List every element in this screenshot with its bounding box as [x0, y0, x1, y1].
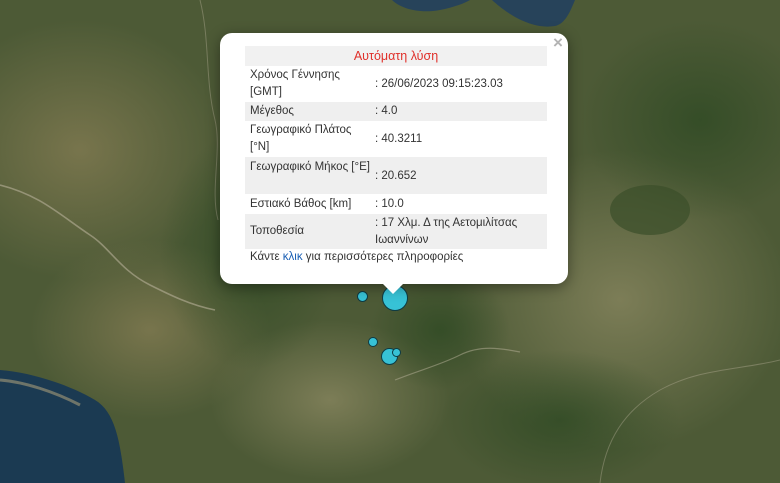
magnitude-label: Μέγεθος	[250, 105, 294, 117]
close-icon[interactable]: ×	[551, 34, 565, 51]
longitude-label: Γεωγραφικό Μήκος [°E]	[250, 161, 370, 173]
row-longitude: Γεωγραφικό Μήκος [°E] : 20.652	[245, 157, 547, 194]
row-origin-time: Χρόνος Γέννησης [GMT] : 26/06/2023 09:15…	[245, 67, 547, 101]
row-magnitude: Μέγεθος : 4.0	[245, 102, 547, 121]
latitude-label: Γεωγραφικό Πλάτος [°N]	[250, 124, 352, 153]
more-info-link[interactable]: κλικ	[283, 251, 303, 263]
depth-label: Εστιακό Βάθος [km]	[250, 198, 352, 210]
earthquake-marker[interactable]	[368, 337, 378, 347]
latitude-value: : 40.3211	[375, 133, 423, 145]
more-info-text: Κάντε κλικ για περισσότερες πληροφορίες	[250, 251, 463, 263]
depth-value: : 10.0	[375, 198, 404, 210]
row-latitude: Γεωγραφικό Πλάτος [°N] : 40.3211	[245, 122, 547, 156]
origin-time-value: : 26/06/2023 09:15:23.03	[375, 78, 503, 90]
earthquake-marker[interactable]	[357, 291, 368, 302]
more-suffix: για περισσότερες πληροφορίες	[302, 251, 464, 263]
origin-time-label: Χρόνος Γέννησης [GMT]	[250, 69, 340, 98]
more-prefix: Κάντε	[250, 251, 283, 263]
location-value: : 17 Χλμ. Δ της Αετομιλίτσας Ιωαννίνων	[375, 217, 518, 246]
location-label: Τοποθεσία	[250, 225, 304, 237]
earthquake-marker[interactable]	[392, 348, 401, 357]
row-depth: Εστιακό Βάθος [km] : 10.0	[245, 195, 547, 214]
popup-title: Αυτόματη λύση	[245, 46, 547, 66]
longitude-value: : 20.652	[375, 170, 417, 182]
popup-tip	[382, 283, 404, 294]
magnitude-value: : 4.0	[375, 105, 398, 117]
row-location: Τοποθεσία : 17 Χλμ. Δ της Αετομιλίτσας Ι…	[245, 214, 547, 249]
